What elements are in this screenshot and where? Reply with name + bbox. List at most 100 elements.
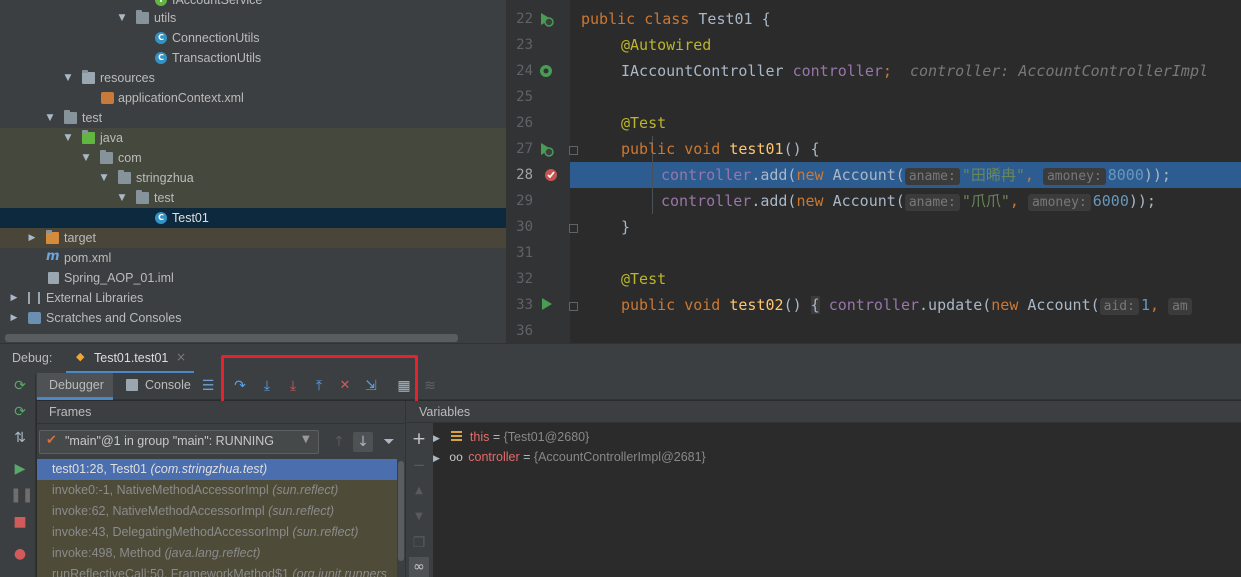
pause-icon[interactable]: ❚❚	[10, 485, 33, 505]
arrow-down-icon[interactable]: ↓	[353, 432, 373, 452]
libraries-icon	[28, 292, 40, 304]
fold-icon[interactable]	[569, 146, 578, 155]
interface-icon: I	[155, 0, 167, 6]
chevron-down-icon[interactable]: ▼	[62, 68, 74, 88]
frame-row[interactable]: test01:28, Test01 (com.stringzhua.test)	[37, 459, 397, 480]
tree-item-target[interactable]: ▶ target	[0, 228, 506, 248]
horizontal-scrollbar[interactable]	[5, 334, 458, 342]
line-number: 28	[516, 167, 533, 183]
rerun-icon[interactable]: ⟳	[10, 376, 30, 396]
tree-item-java[interactable]: ▼ java	[0, 128, 506, 148]
variable-row[interactable]: ▶ this = {Test01@2680}	[433, 427, 589, 447]
package-icon	[118, 170, 131, 184]
code-line-30[interactable]: }	[621, 214, 630, 240]
tree-item-resources[interactable]: ▼ resources	[0, 68, 506, 88]
param-hint: am	[1168, 298, 1192, 315]
fold-icon[interactable]	[569, 302, 578, 311]
move-up-icon[interactable]: ▲	[409, 481, 429, 501]
tree-item-test01[interactable]: C Test01	[0, 208, 506, 228]
code-line-23[interactable]: @Autowired	[621, 32, 711, 58]
frame-row[interactable]: invoke:498, Method (java.lang.reflect)	[37, 543, 397, 564]
frame-row[interactable]: invoke:43, DelegatingMethodAccessorImpl …	[37, 522, 397, 543]
toggle-auto-test-icon[interactable]: ⇅	[10, 428, 30, 448]
code-line-28[interactable]: controller.add(new Account(aname: "田晞冉", …	[661, 162, 1171, 188]
code-editor[interactable]: 22 23 24 25 26 27 28 29 30 31 32 33 36 p…	[506, 0, 1241, 343]
rerun-failed-icon[interactable]: ⟳	[10, 402, 30, 422]
scratches-icon	[28, 312, 41, 324]
add-watch-icon[interactable]: +	[409, 429, 429, 449]
resume-icon[interactable]: ▶	[10, 459, 30, 479]
line-number: 33	[516, 297, 533, 313]
close-icon[interactable]: ×	[176, 350, 186, 364]
param-hint: aname:	[904, 168, 960, 185]
tree-item-scratches[interactable]: ▶ Scratches and Consoles	[0, 308, 506, 328]
code-line-33[interactable]: public void test02() { controller.update…	[621, 292, 1194, 318]
chevron-down-icon[interactable]: ▼	[80, 148, 92, 168]
chevron-down-icon[interactable]: ▼	[62, 128, 74, 148]
frame-row[interactable]: invoke:62, NativeMethodAccessorImpl (sun…	[37, 501, 397, 522]
class-icon: C	[155, 52, 167, 64]
tree-item-applicationcontext[interactable]: applicationContext.xml	[0, 88, 506, 108]
variable-row[interactable]: ▶ oo controller = {AccountControllerImpl…	[433, 447, 706, 467]
tree-item-test[interactable]: ▼ test	[0, 108, 506, 128]
run-test-icon[interactable]	[538, 141, 554, 157]
frame-row[interactable]: runReflectiveCall:50, FrameworkMethod$1 …	[37, 564, 397, 577]
remove-watch-icon[interactable]: −	[409, 455, 429, 475]
thread-select[interactable]: ✔ "main"@1 in group "main": RUNNING ▼	[39, 430, 319, 454]
view-breakpoints-icon[interactable]: ●	[10, 544, 30, 564]
navigate-autowired-icon[interactable]	[538, 63, 554, 79]
excluded-folder-icon	[46, 230, 59, 244]
debugger-toolbar: Debugger Console ☰ ↷ ⤓ ⤓ ⤒ ✕ ⇲ ▦ ≋	[0, 373, 1241, 400]
tree-item-stringzhua[interactable]: ▼ stringzhua	[0, 168, 506, 188]
frame-row[interactable]: invoke0:-1, NativeMethodAccessorImpl (su…	[37, 480, 397, 501]
layout-menu-icon[interactable]: ☰	[198, 376, 218, 396]
chevron-right-icon[interactable]: ▶	[8, 308, 20, 328]
tree-item-pom[interactable]: m pom.xml	[0, 248, 506, 268]
filter-icon[interactable]: ⏷	[379, 432, 399, 452]
code-line-29[interactable]: controller.add(new Account(aname: "爪爪", a…	[661, 188, 1156, 214]
tree-item-com[interactable]: ▼ com	[0, 148, 506, 168]
trace-icon[interactable]: ≋	[420, 376, 440, 396]
session-tab[interactable]: ◆ Test01.test01 ×	[66, 344, 194, 374]
thread-check-icon: ✔	[46, 433, 57, 448]
chevron-down-icon[interactable]: ▼	[116, 188, 128, 208]
debug-label: Debug:	[12, 351, 53, 365]
line-number: 26	[516, 115, 533, 131]
chevron-right-icon[interactable]: ▶	[26, 228, 38, 248]
fold-icon[interactable]	[569, 224, 578, 233]
stop-icon[interactable]: ■	[10, 512, 30, 532]
code-line-32[interactable]: @Test	[621, 266, 666, 292]
show-watches-icon[interactable]: ∞	[409, 557, 429, 577]
move-down-icon[interactable]: ▼	[409, 507, 429, 527]
resources-folder-icon	[82, 70, 95, 84]
code-line-27[interactable]: public void test01() {	[621, 136, 820, 162]
breakpoint-icon[interactable]	[543, 167, 559, 183]
tree-item-test-package[interactable]: ▼ test	[0, 188, 506, 208]
run-test-class-icon[interactable]	[538, 11, 554, 27]
tree-item-connectionutils[interactable]: C ConnectionUtils	[0, 28, 506, 48]
code-line-26[interactable]: @Test	[621, 110, 666, 136]
chevron-down-icon[interactable]: ▼	[116, 8, 128, 28]
frames-list[interactable]: test01:28, Test01 (com.stringzhua.test) …	[37, 459, 397, 577]
chevron-down-icon[interactable]: ▼	[98, 168, 110, 188]
console-icon	[126, 379, 138, 391]
chevron-down-icon[interactable]: ▼	[44, 108, 56, 128]
arrow-up-icon[interactable]: ↑	[329, 432, 349, 452]
tree-item-external-libraries[interactable]: ▶ External Libraries	[0, 288, 506, 308]
project-tree[interactable]: I IAccountService ▼ utils C ConnectionUt…	[0, 0, 506, 343]
tab-console[interactable]: Console	[118, 373, 191, 400]
tree-item-transactionutils[interactable]: C TransactionUtils	[0, 48, 506, 68]
package-icon	[100, 150, 113, 164]
tab-debugger[interactable]: Debugger	[37, 373, 113, 400]
tree-item-utils[interactable]: ▼ utils	[0, 8, 506, 28]
tree-item-iml[interactable]: Spring_AOP_01.iml	[0, 268, 506, 288]
annotation-box	[221, 355, 418, 405]
param-hint: aid:	[1099, 298, 1139, 315]
code-line-24[interactable]: IAccountController controller; controlle…	[621, 58, 1208, 84]
chevron-right-icon: ▶	[433, 453, 440, 463]
frames-scrollbar[interactable]	[397, 459, 405, 577]
run-icon[interactable]	[540, 297, 554, 311]
code-line-22[interactable]: public class Test01 {	[581, 6, 771, 32]
chevron-right-icon[interactable]: ▶	[8, 288, 20, 308]
duplicate-icon[interactable]: ❐	[409, 533, 429, 553]
